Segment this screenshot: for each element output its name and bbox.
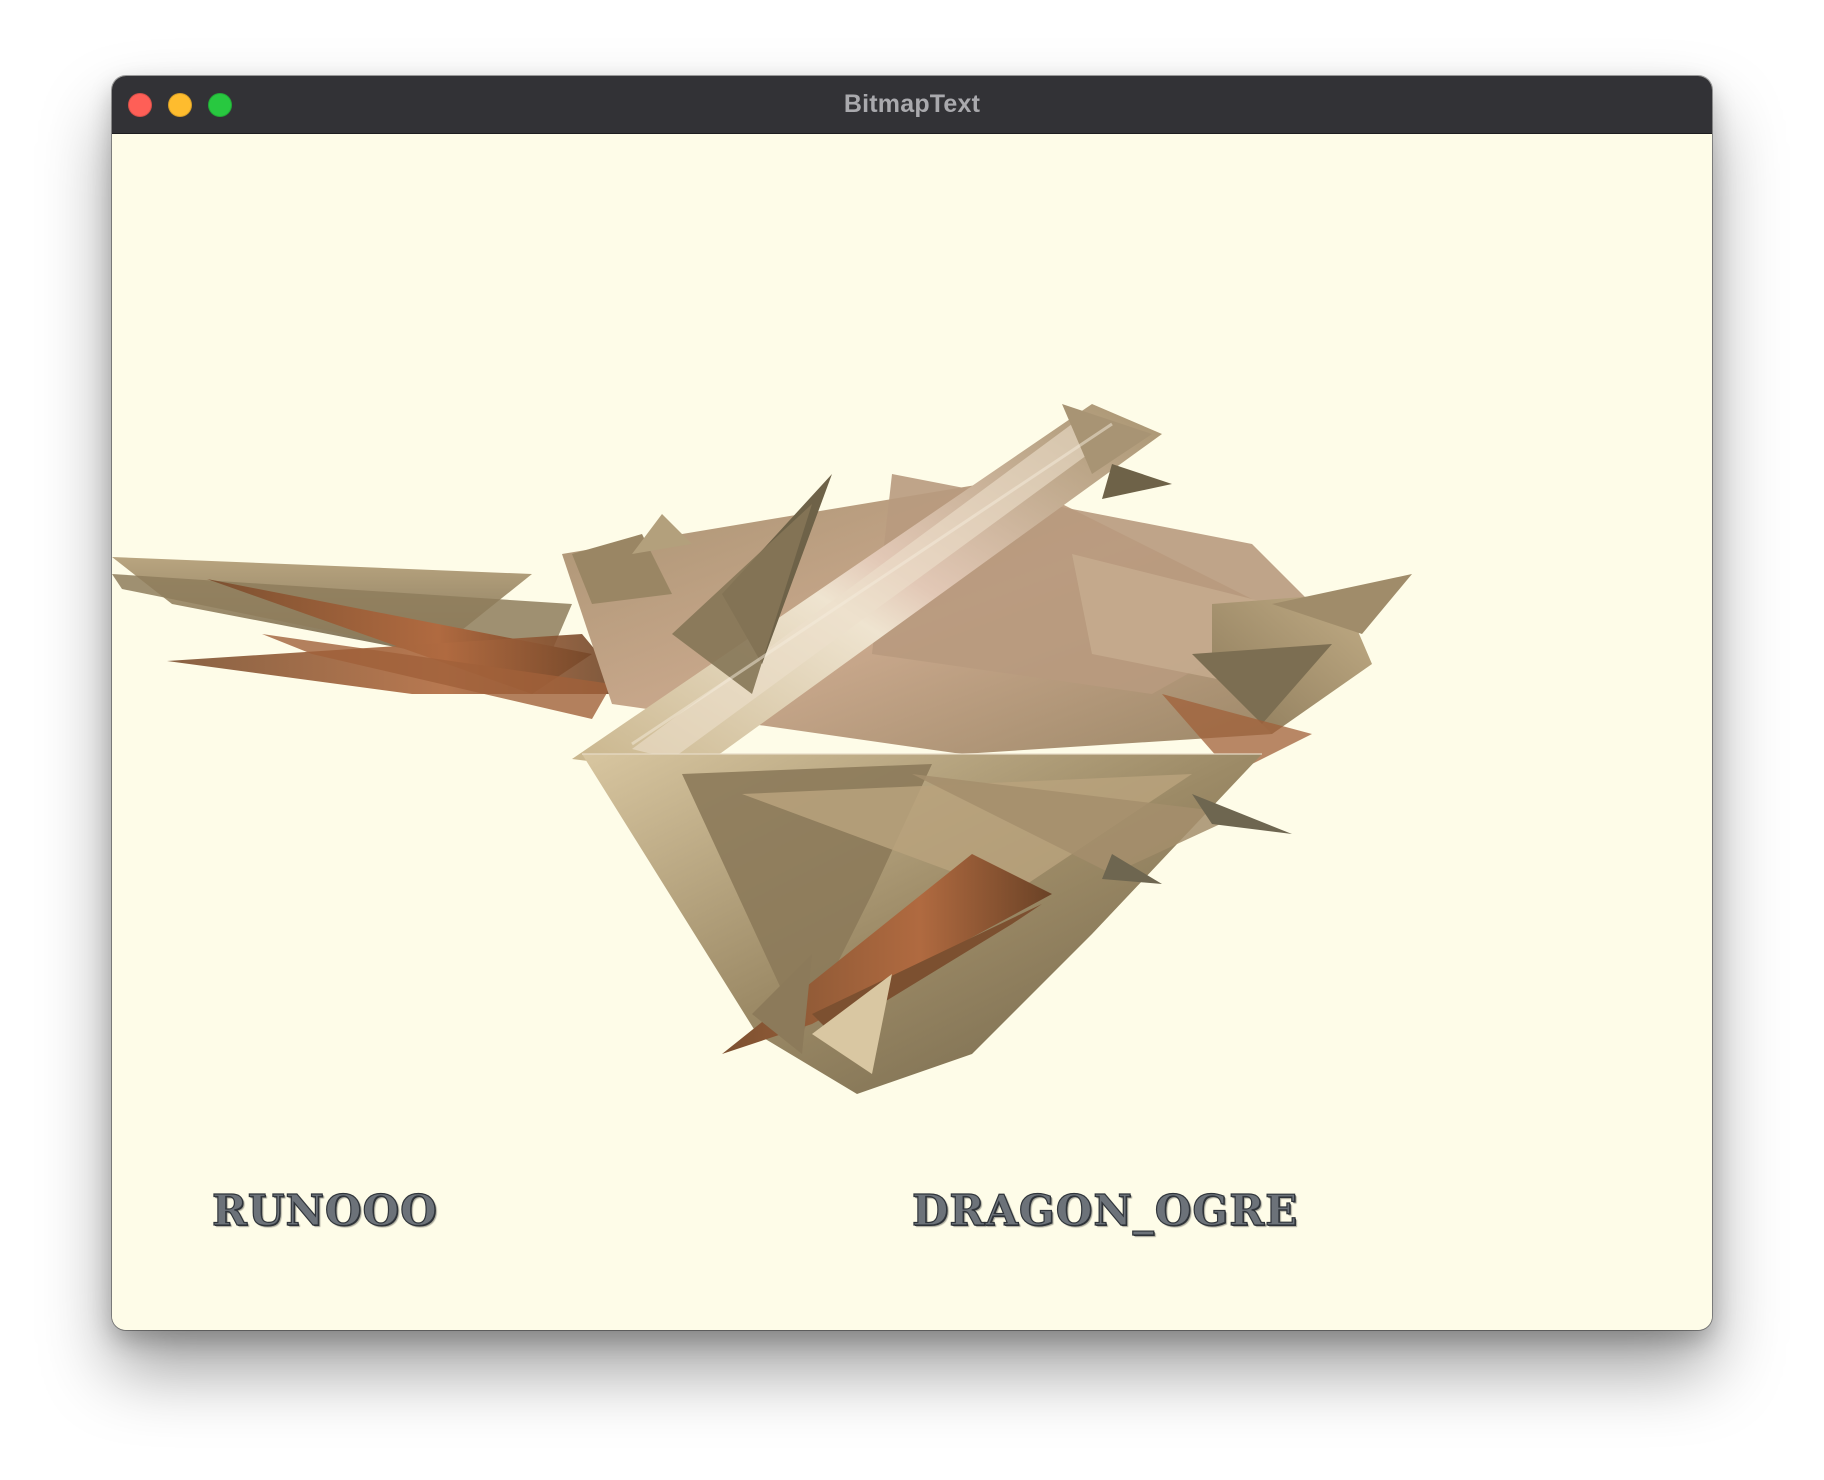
window-title: BitmapText [843,90,981,118]
app-window: BitmapText RUNOOO DRAGON_OGRE [112,76,1712,1330]
bitmap-text-right: DRAGON_OGRE [911,1186,1299,1235]
3d-model-render [112,404,1412,1094]
bitmap-text-left: RUNOOO [211,1186,438,1235]
title-bar[interactable]: BitmapText [112,76,1712,134]
render-viewport[interactable]: RUNOOO DRAGON_OGRE [112,134,1712,1330]
